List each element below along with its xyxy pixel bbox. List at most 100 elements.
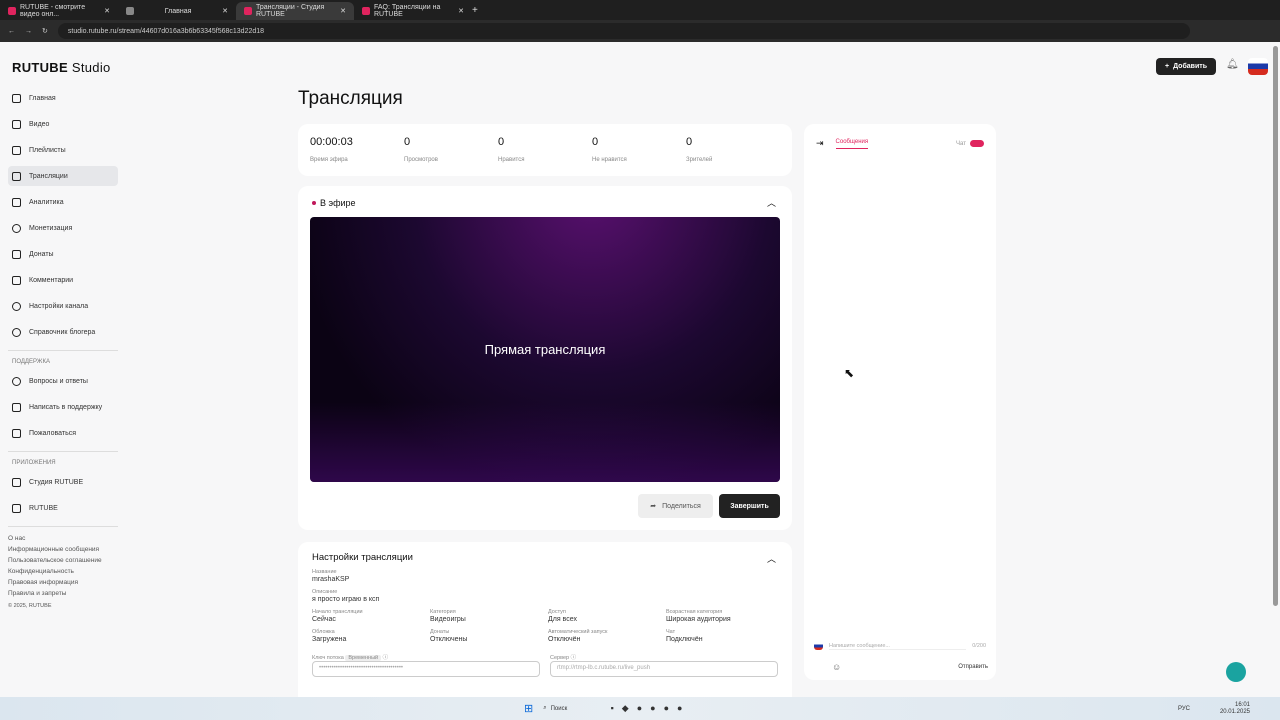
avatar[interactable]	[1248, 58, 1268, 75]
windows-start-icon[interactable]: ⊞	[524, 702, 533, 715]
chat-input[interactable]: Напишите сообщение... 0/200	[814, 642, 986, 650]
logo[interactable]: RUTUBE Studio	[12, 60, 111, 75]
clock[interactable]: 16:01 20.01.2025	[1220, 702, 1250, 716]
sidebar-item-channel-settings[interactable]: Настройки канала	[8, 296, 118, 316]
section-title: ПОДДЕРЖКА	[12, 359, 50, 365]
footer-link[interactable]: Конфиденциальность	[8, 568, 118, 575]
field-label: Название	[312, 569, 337, 575]
live-status-label: В эфире	[320, 198, 356, 208]
page-scrollbar[interactable]	[1273, 46, 1278, 606]
footer-link[interactable]: Правила и запреты	[8, 590, 118, 597]
sidebar-item-analytics[interactable]: Аналитика	[8, 192, 118, 212]
sidebar-item-label: Студия RUTUBE	[29, 478, 84, 486]
broadcast-icon	[12, 171, 21, 181]
stat-airtime: 00:00:03 Время эфира	[310, 136, 404, 164]
stream-settings-card: Настройки трансляции ︿ Название mrashaKS…	[298, 542, 792, 712]
footer-link[interactable]: Пользовательское соглашение	[8, 557, 118, 564]
page-title: Трансляция	[298, 88, 403, 109]
sidebar-item-faq[interactable]: Вопросы и ответы	[8, 371, 118, 391]
stream-key-field[interactable]: ••••••••••••••••••••••••••••••••••••••••	[312, 661, 540, 677]
live-dot-icon	[312, 201, 316, 205]
section-title: ПРИЛОЖЕНИЯ	[12, 460, 56, 466]
logo-text: RUTUBE	[12, 60, 68, 75]
live-status: В эфире	[312, 198, 356, 208]
close-icon[interactable]: ✕	[340, 7, 346, 15]
question-icon	[12, 376, 21, 386]
field-label: Ключ потока	[312, 655, 344, 661]
sidebar-item-label: Видео	[29, 120, 50, 128]
field-value: Для всех	[548, 616, 577, 623]
help-icon[interactable]: ⓘ	[571, 655, 577, 661]
field-value: mrashaKSP	[312, 576, 350, 583]
close-icon[interactable]: ✕	[222, 7, 228, 15]
support-chat-button[interactable]	[1226, 662, 1246, 682]
sidebar-item-playlists[interactable]: Плейлисты	[8, 140, 118, 160]
video-player[interactable]: Прямая трансляция	[310, 217, 780, 482]
bell-icon[interactable]: 🔔︎	[1226, 59, 1239, 70]
sidebar-item-streams[interactable]: Трансляции	[8, 166, 118, 186]
browser-tab[interactable]: FAQ: Трансляции на RUTUBE ✕	[354, 2, 472, 20]
taskbar-search[interactable]: Поиск	[551, 706, 611, 712]
chevron-up-icon[interactable]: ︿	[767, 552, 776, 565]
finish-button[interactable]: Завершить	[719, 494, 780, 518]
url-text: studio.rutube.ru/stream/44607d016a3b6b63…	[67, 27, 265, 35]
stat-label: Нравится	[498, 157, 525, 163]
footer-link[interactable]: О нас	[8, 535, 118, 542]
sidebar-item-label: Монетизация	[29, 224, 73, 232]
temporary-badge: Временный	[345, 655, 382, 661]
url-input[interactable]: studio.rutube.ru/stream/44607d016a3b6b63…	[57, 23, 1190, 39]
sidebar-item-label: Настройки канала	[29, 302, 89, 310]
reload-icon[interactable]: ↻	[42, 27, 48, 35]
sidebar-item-label: Вопросы и ответы	[29, 377, 88, 385]
tab-messages[interactable]: Сообщения	[835, 139, 869, 149]
sidebar-item-video[interactable]: Видео	[8, 114, 118, 134]
sidebar-item-comments[interactable]: Комментарии	[8, 270, 118, 290]
chat-toggle[interactable]	[970, 140, 984, 147]
sidebar-item-donations[interactable]: Донаты	[8, 244, 118, 264]
sidebar-item-studio-app[interactable]: Студия RUTUBE	[8, 472, 118, 492]
server-field[interactable]: rtmp://rtmp-lb.c.rutube.ru/live_push	[550, 661, 778, 677]
copyright: © 2025, RUTUBE	[8, 603, 52, 609]
sidebar-item-label: Трансляции	[29, 172, 68, 180]
sidebar-item-contact-support[interactable]: Написать в поддержку	[8, 397, 118, 417]
video-title: Прямая трансляция	[484, 342, 606, 357]
field-label: Возрастная категория	[666, 609, 723, 615]
language-indicator[interactable]: РУС	[1178, 706, 1190, 712]
collapse-panel-icon[interactable]: ⇥	[816, 138, 824, 149]
browser-tab-active[interactable]: Трансляции - Студия RUTUBE ✕	[236, 2, 354, 20]
live-card: В эфире ︿ Прямая трансляция ➦ Поделиться …	[298, 186, 792, 530]
chevron-up-icon[interactable]: ︿	[767, 196, 776, 209]
sidebar-item-home[interactable]: Главная	[8, 88, 118, 108]
add-button[interactable]: + Добавить	[1156, 58, 1216, 75]
footer-link[interactable]: Информационные сообщения	[8, 546, 118, 553]
field-value: Подключён	[666, 636, 703, 643]
sidebar-item-monetization[interactable]: Монетизация	[8, 218, 118, 238]
sidebar-item-rutube-app[interactable]: RUTUBE	[8, 498, 118, 518]
field-label: Описание	[312, 589, 338, 595]
gear-icon	[12, 301, 21, 311]
close-icon[interactable]: ✕	[458, 7, 464, 15]
stat-dislikes: 0 Не нравится	[592, 136, 686, 164]
send-button[interactable]: Отправить	[958, 664, 988, 670]
footer-link[interactable]: Правовая информация	[8, 579, 118, 586]
close-icon[interactable]: ✕	[104, 7, 110, 15]
forward-icon[interactable]: →	[25, 28, 32, 35]
sidebar-item-label: RUTUBE	[29, 504, 58, 512]
emoji-icon[interactable]: ☺	[832, 662, 841, 672]
app-icons[interactable]: ▪◆●●●●	[611, 703, 691, 714]
field-value: Отключён	[548, 636, 581, 643]
new-tab-icon[interactable]: +	[472, 5, 478, 16]
date: 20.01.2025	[1219, 708, 1250, 715]
browser-tab[interactable]: RUTUBE - смотрите видео онл... ✕	[0, 2, 118, 20]
share-button[interactable]: ➦ Поделиться	[638, 494, 713, 518]
sidebar-item-report[interactable]: Пожаловаться	[8, 423, 118, 443]
divider	[8, 451, 118, 452]
sidebar-item-guide[interactable]: Справочник блогера	[8, 322, 118, 342]
search-icon[interactable]: ⌕	[543, 705, 546, 712]
stat-value: 0	[686, 136, 693, 148]
back-icon[interactable]: ←	[8, 28, 15, 35]
browser-tabs: RUTUBE - смотрите видео онл... ✕ Главная ✕…	[0, 0, 1280, 20]
help-icon[interactable]: ⓘ	[383, 655, 389, 661]
divider	[8, 350, 118, 351]
browser-tab[interactable]: Главная ✕	[118, 2, 236, 20]
